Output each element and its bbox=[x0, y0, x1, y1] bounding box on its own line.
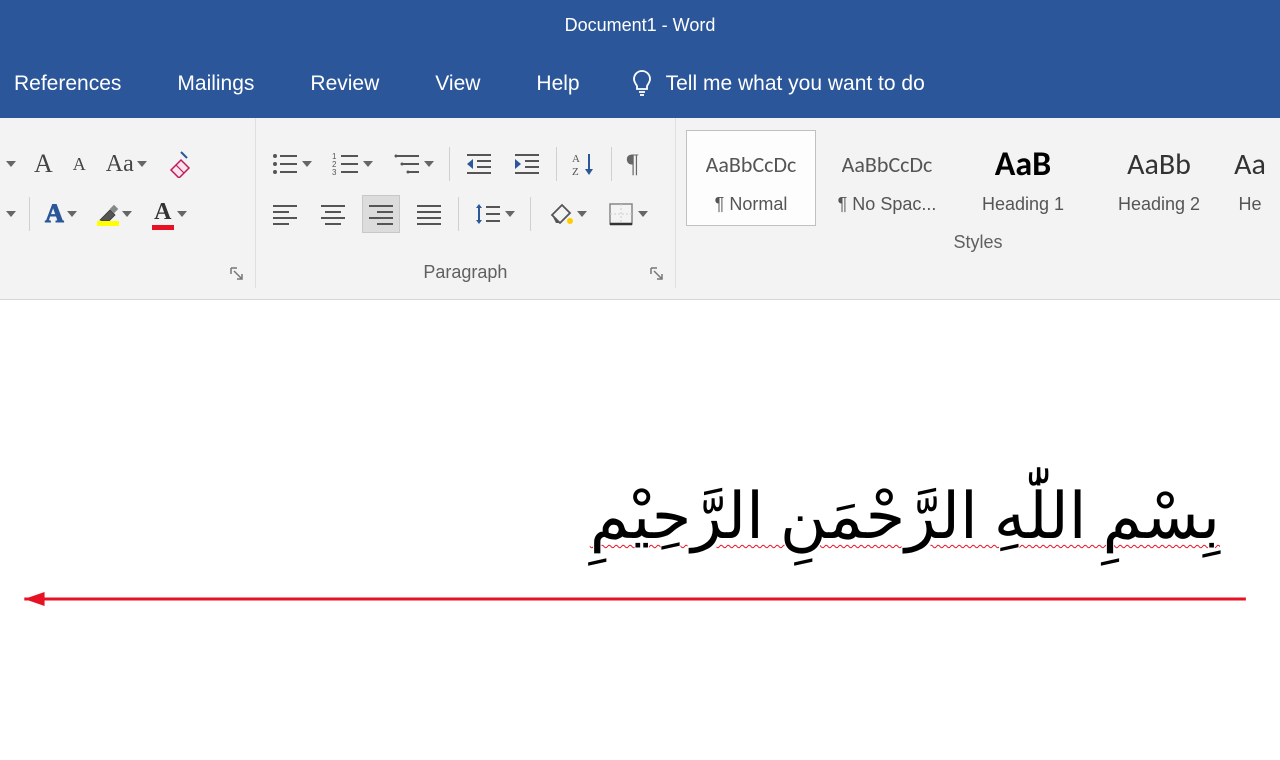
tab-review[interactable]: Review bbox=[306, 64, 383, 104]
font-color-button[interactable]: A bbox=[147, 195, 192, 233]
chevron-down-icon bbox=[302, 161, 312, 168]
tab-references[interactable]: References bbox=[10, 64, 125, 104]
chevron-down-icon bbox=[122, 211, 132, 218]
indent-icon bbox=[513, 151, 541, 177]
chevron-down-icon bbox=[6, 161, 16, 168]
borders-icon bbox=[607, 201, 635, 227]
increase-indent-button[interactable] bbox=[508, 145, 546, 183]
chevron-down-icon bbox=[505, 211, 515, 218]
grow-font-button[interactable]: A ▴ bbox=[29, 145, 58, 183]
window-title: Document1 - Word bbox=[565, 15, 716, 36]
outdent-icon bbox=[465, 151, 493, 177]
separator bbox=[458, 197, 459, 231]
font-group-label bbox=[0, 256, 245, 288]
multilevel-icon bbox=[393, 151, 421, 177]
text-effects-button[interactable]: A bbox=[40, 195, 82, 233]
tab-help[interactable]: Help bbox=[532, 64, 583, 104]
style-no-spacing[interactable]: AaBbCcDc ¶ No Spac... bbox=[822, 130, 952, 226]
tell-me[interactable]: Tell me what you want to do bbox=[632, 70, 925, 98]
dialog-launcher-icon[interactable] bbox=[229, 266, 245, 282]
highlight-color-bar bbox=[97, 221, 119, 226]
ribbon: A ▴ A ▾ Aa bbox=[0, 118, 1280, 300]
change-case-button[interactable]: Aa bbox=[101, 145, 152, 183]
document-canvas[interactable]: بِسْمِ اللّٰهِ الرَّحْمَنِ الرَّحِيْمِ bbox=[0, 300, 1280, 608]
paragraph-group: 1 2 3 bbox=[256, 118, 676, 288]
pilcrow-icon: ¶ bbox=[627, 149, 639, 179]
highlighter-icon bbox=[97, 203, 119, 223]
subscript-dropdown-arrow[interactable] bbox=[0, 195, 19, 233]
multilevel-list-button[interactable] bbox=[388, 145, 439, 183]
separator bbox=[449, 147, 450, 181]
chevron-down-icon bbox=[577, 211, 587, 218]
sort-icon: A Z bbox=[572, 151, 596, 177]
svg-text:3: 3 bbox=[332, 168, 337, 177]
chevron-down-icon bbox=[137, 161, 147, 168]
line-spacing-button[interactable] bbox=[469, 195, 520, 233]
style-normal[interactable]: AaBbCcDc ¶ Normal bbox=[686, 130, 816, 226]
title-bar: Document1 - Word bbox=[0, 0, 1280, 50]
clear-formatting-button[interactable] bbox=[162, 145, 200, 183]
styles-group: AaBbCcDc ¶ Normal AaBbCcDc ¶ No Spac... … bbox=[676, 118, 1280, 288]
highlight-button[interactable] bbox=[92, 195, 137, 233]
justify-button[interactable] bbox=[410, 195, 448, 233]
lightbulb-icon bbox=[632, 70, 652, 98]
numbering-button[interactable]: 1 2 3 bbox=[327, 145, 378, 183]
justify-icon bbox=[415, 201, 443, 227]
rtl-arrow-annotation bbox=[0, 590, 1256, 608]
bullets-button[interactable] bbox=[266, 145, 317, 183]
tell-me-label: Tell me what you want to do bbox=[666, 72, 925, 96]
align-right-button[interactable] bbox=[362, 195, 400, 233]
tab-mailings[interactable]: Mailings bbox=[173, 64, 258, 104]
chevron-down-icon bbox=[638, 211, 648, 218]
line-spacing-icon bbox=[474, 201, 502, 227]
align-center-button[interactable] bbox=[314, 195, 352, 233]
chevron-down-icon bbox=[424, 161, 434, 168]
sort-button[interactable]: A Z bbox=[567, 145, 601, 183]
chevron-down-icon bbox=[67, 211, 77, 218]
shrink-font-button[interactable]: A ▾ bbox=[68, 145, 91, 183]
svg-text:Z: Z bbox=[572, 166, 579, 177]
svg-text:A: A bbox=[572, 153, 580, 165]
separator bbox=[29, 197, 30, 231]
align-center-icon bbox=[319, 201, 347, 227]
chevron-down-icon bbox=[6, 211, 16, 218]
chevron-down-icon bbox=[363, 161, 373, 168]
style-heading-1[interactable]: AaB Heading 1 bbox=[958, 130, 1088, 226]
borders-button[interactable] bbox=[602, 195, 653, 233]
chevron-down-icon bbox=[177, 211, 187, 218]
font-group: A ▴ A ▾ Aa bbox=[0, 118, 256, 288]
ribbon-tabs: References Mailings Review View Help Tel… bbox=[0, 50, 1280, 118]
decrease-indent-button[interactable] bbox=[460, 145, 498, 183]
style-heading-3[interactable]: Aa He bbox=[1230, 130, 1270, 226]
separator bbox=[611, 147, 612, 181]
bullets-icon bbox=[271, 151, 299, 177]
align-left-icon bbox=[271, 201, 299, 227]
dialog-launcher-icon[interactable] bbox=[649, 266, 665, 282]
font-dropdown-arrow[interactable] bbox=[0, 145, 19, 183]
eraser-icon bbox=[167, 150, 195, 178]
style-heading-2[interactable]: AaBb Heading 2 bbox=[1094, 130, 1224, 226]
paint-bucket-icon bbox=[546, 201, 574, 227]
paragraph-group-label: Paragraph bbox=[266, 256, 665, 288]
shading-button[interactable] bbox=[541, 195, 592, 233]
align-right-icon bbox=[367, 201, 395, 227]
font-color-bar bbox=[152, 225, 174, 230]
numbering-icon: 1 2 3 bbox=[332, 151, 360, 177]
tab-view[interactable]: View bbox=[431, 64, 484, 104]
show-marks-button[interactable]: ¶ bbox=[622, 145, 644, 183]
separator bbox=[556, 147, 557, 181]
align-left-button[interactable] bbox=[266, 195, 304, 233]
styles-group-label: Styles bbox=[686, 226, 1270, 258]
separator bbox=[530, 197, 531, 231]
document-text-line[interactable]: بِسْمِ اللّٰهِ الرَّحْمَنِ الرَّحِيْمِ bbox=[0, 480, 1280, 554]
